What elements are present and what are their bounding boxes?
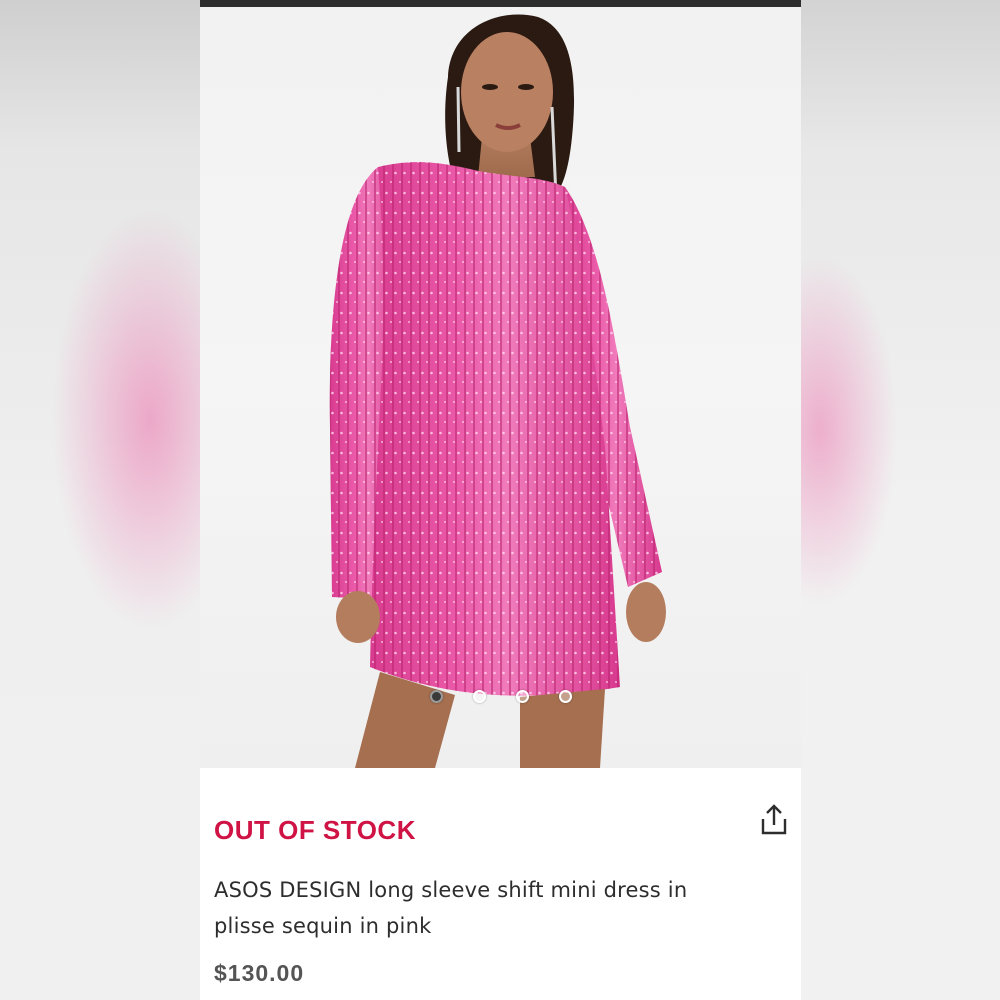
gallery-dot[interactable] [515,690,529,703]
gallery-dot[interactable] [472,690,486,703]
product-page: OUT OF STOCK ASOS DESIGN long sleeve shi… [200,0,801,1000]
product-image[interactable] [200,7,801,768]
share-icon[interactable] [758,803,790,837]
product-title: ASOS DESIGN long sleeve shift mini dress… [214,878,688,938]
product-photo-illustration [329,14,666,768]
stock-status: OUT OF STOCK [214,815,416,845]
gallery-dot[interactable] [429,690,443,703]
status-bar [200,0,801,7]
background-blur-left [0,0,200,1000]
gallery-pagination [200,690,801,710]
background-blur-right [800,0,1000,1000]
product-price: $130.00 [214,960,305,986]
gallery-dot[interactable] [558,690,572,703]
